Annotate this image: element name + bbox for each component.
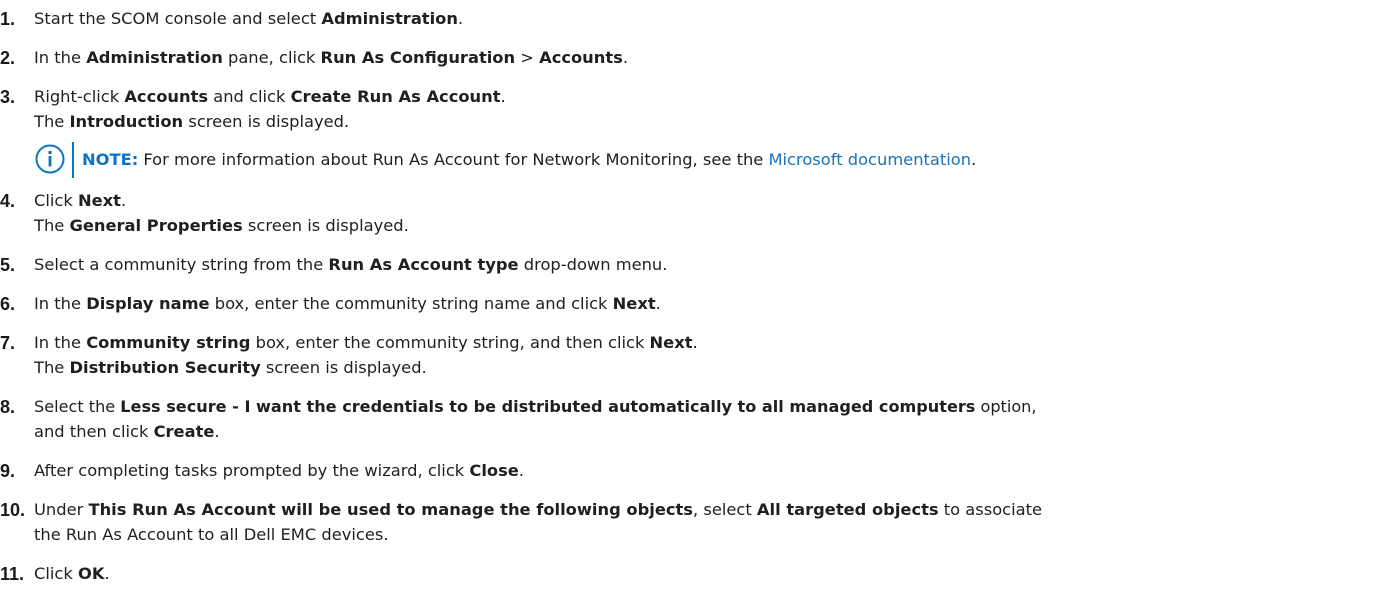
step-text: In the Administration pane, click Run As… <box>34 48 629 67</box>
step-number: 9. <box>0 461 16 481</box>
step-result: The Introduction screen is displayed. <box>34 112 350 131</box>
step-number: 2. <box>0 48 16 68</box>
step-text: In the Display name box, enter the commu… <box>34 294 661 313</box>
step-text: Select the Less secure - I want the cred… <box>34 397 1037 416</box>
step-number: 7. <box>0 333 16 353</box>
step-number: 4. <box>0 191 16 211</box>
step-text: Click Next. <box>34 191 127 210</box>
step-number: 1. <box>0 9 16 29</box>
step-result: The General Properties screen is display… <box>34 216 409 235</box>
step-number: 6. <box>0 294 16 314</box>
note-text: NOTE: For more information about Run As … <box>82 150 977 169</box>
procedure-document: 1. Start the SCOM console and select Adm… <box>0 0 1375 592</box>
step-text: Under This Run As Account will be used t… <box>34 500 1043 519</box>
microsoft-documentation-link[interactable]: Microsoft documentation <box>768 150 971 169</box>
step-text: Right-click Accounts and click Create Ru… <box>34 87 506 106</box>
note-label: NOTE: <box>82 150 139 169</box>
note-divider <box>72 142 74 178</box>
step-number: 8. <box>0 397 16 417</box>
step-text: Select a community string from the Run A… <box>34 255 668 274</box>
step-result: The Distribution Security screen is disp… <box>34 358 427 377</box>
step-text: In the Community string box, enter the c… <box>34 333 698 352</box>
info-icon <box>35 144 65 174</box>
step-number: 3. <box>0 87 16 107</box>
step-number: 10. <box>0 500 26 520</box>
step-text: Click OK. <box>34 564 110 583</box>
step-text: Start the SCOM console and select Admini… <box>34 9 464 28</box>
step-number: 11. <box>0 564 25 584</box>
note-callout: NOTE: For more information about Run As … <box>34 142 1334 178</box>
step-number: 5. <box>0 255 16 275</box>
step-text-continued: and then click Create. <box>34 422 220 441</box>
step-text-continued: the Run As Account to all Dell EMC devic… <box>34 525 389 544</box>
step-text: After completing tasks prompted by the w… <box>34 461 525 480</box>
